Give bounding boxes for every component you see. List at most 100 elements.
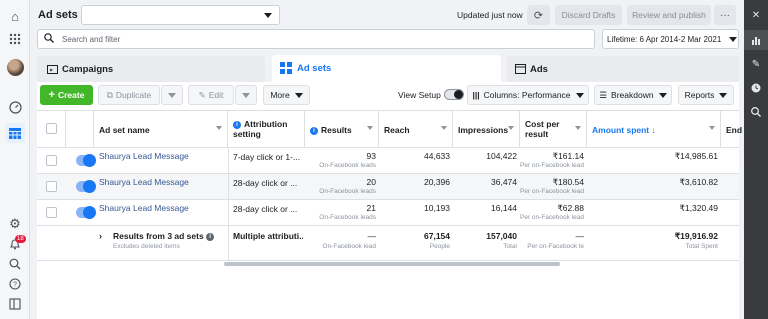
avatar[interactable]: [7, 59, 24, 76]
chevron-down-icon: [575, 92, 584, 98]
chevron-down-icon: [719, 92, 728, 98]
duplicate-dropdown-button[interactable]: [161, 85, 183, 105]
col-attribution-setting[interactable]: i Attribution setting: [228, 111, 305, 148]
row-status-toggle[interactable]: [76, 206, 96, 219]
collapse-panel-icon[interactable]: [7, 296, 23, 312]
duplicate-button[interactable]: ⧉ Duplicate: [98, 85, 160, 105]
summary-reach: 67,154: [424, 231, 450, 241]
sort-caret-icon: [441, 126, 447, 130]
columns-dropdown[interactable]: ||| Columns: Performance: [467, 85, 589, 105]
col-impressions[interactable]: Impressions: [453, 111, 520, 148]
sort-caret-icon: [216, 126, 222, 130]
column-divider: [228, 226, 229, 260]
reach-value: 20,396: [424, 177, 450, 187]
adset-selector-dropdown[interactable]: [81, 5, 280, 25]
summary-amount-spent: ₹19,916.92: [674, 231, 718, 241]
history-clock-icon[interactable]: [744, 78, 768, 98]
chevron-down-icon: [658, 92, 667, 98]
col-label: Results: [321, 125, 352, 135]
row-status-toggle[interactable]: [76, 154, 96, 167]
ad-set-name-link[interactable]: Shaurya Lead Message: [99, 151, 189, 161]
tab-campaigns[interactable]: Campaigns: [37, 56, 265, 82]
folder-icon: [47, 65, 58, 74]
main-area: Ad sets Updated just now ⟳ Discard Draft…: [31, 0, 744, 319]
col-cost-per-result[interactable]: Cost per result: [520, 111, 587, 148]
close-icon[interactable]: ✕: [744, 5, 768, 25]
create-button[interactable]: + Create: [40, 85, 93, 105]
sort-caret-icon: [575, 126, 581, 130]
tab-label: Ads: [530, 64, 548, 75]
impressions-value: 16,144: [491, 203, 517, 213]
summary-label: Results from 3 ad sets: [113, 231, 204, 241]
column-divider: [228, 174, 229, 199]
search-rail-icon[interactable]: [7, 256, 23, 272]
ad-preview-icon: [515, 64, 526, 74]
summary-impressions-subtext: Total: [503, 243, 517, 250]
horizontal-scrollbar[interactable]: [224, 262, 560, 266]
right-rail: ✕ ✎: [744, 0, 768, 319]
breakdown-dropdown[interactable]: ☰ Breakdown: [594, 85, 672, 105]
col-ad-set-name[interactable]: Ad set name: [94, 111, 228, 148]
table-row[interactable]: Shaurya Lead Message 7-day click or 1-..…: [37, 148, 739, 174]
pencil-icon: ✎: [198, 89, 206, 100]
chevron-down-icon: [294, 92, 303, 98]
more-button[interactable]: More: [263, 85, 310, 105]
more-options-button[interactable]: ···: [714, 5, 736, 25]
dashboard-gauge-icon[interactable]: [7, 99, 23, 115]
tab-ad-sets[interactable]: Ad sets: [272, 55, 501, 83]
apps-grid-icon[interactable]: [7, 31, 23, 47]
refresh-icon: ⟳: [533, 9, 544, 22]
row-checkbox[interactable]: [46, 155, 57, 166]
refresh-button[interactable]: ⟳: [527, 5, 550, 25]
chevron-down-icon: [168, 92, 176, 98]
date-range-picker[interactable]: Lifetime: 6 Apr 2014-2 Mar 2021: [602, 29, 739, 49]
impressions-value: 36,474: [491, 177, 517, 187]
header-toggle-cell: [66, 111, 94, 148]
updated-status: Updated just now: [457, 10, 523, 20]
summary-row: › Results from 3 ad sets i Excludes dele…: [37, 226, 739, 261]
review-publish-button[interactable]: Review and publish: [627, 5, 711, 25]
edit-dropdown-button[interactable]: [235, 85, 257, 105]
select-all-checkbox[interactable]: [46, 123, 57, 134]
home-icon[interactable]: ⌂: [7, 8, 23, 24]
attribution-value: 28-day click or ...: [233, 204, 298, 214]
notification-badge: 18: [15, 235, 26, 243]
col-results[interactable]: i Results: [305, 111, 379, 148]
reports-dropdown[interactable]: Reports: [678, 85, 734, 105]
toolbar: + Create ⧉ Duplicate ✎ Edit More View Setup…: [37, 82, 739, 110]
table-header-row: Ad set name i Attribution setting i Result…: [37, 111, 742, 148]
col-reach[interactable]: Reach: [379, 111, 453, 148]
ad-set-name-link[interactable]: Shaurya Lead Message: [99, 203, 189, 213]
date-range-label: Lifetime: 6 Apr 2014-2 Mar 2021: [607, 35, 722, 44]
table-view-icon[interactable]: [5, 123, 25, 143]
summary-cost-subtext: Per on-Facebook le: [527, 243, 584, 250]
edit-button[interactable]: ✎ Edit: [188, 85, 234, 105]
help-icon[interactable]: ?: [7, 276, 23, 292]
summary-reach-subtext: People: [429, 243, 450, 250]
view-setup-toggle[interactable]: [444, 89, 464, 100]
columns-label: Columns: Performance: [483, 90, 571, 100]
col-amount-spent[interactable]: Amount spent ↓: [587, 111, 721, 148]
settings-gear-icon[interactable]: ⚙: [7, 216, 23, 232]
duplicate-label: Duplicate: [115, 90, 152, 100]
zoom-search-icon[interactable]: [744, 102, 768, 122]
cost-per-result-value: ₹161.14: [552, 151, 584, 161]
col-end[interactable]: End: [721, 111, 742, 148]
expand-chevron-icon[interactable]: ›: [99, 231, 102, 241]
discard-drafts-button[interactable]: Discard Drafts: [555, 5, 622, 25]
ad-set-name-link[interactable]: Shaurya Lead Message: [99, 177, 189, 187]
edit-label: Edit: [208, 90, 224, 100]
table-row[interactable]: Shaurya Lead Message 28-day click or ...…: [37, 174, 739, 200]
pencil-icon[interactable]: ✎: [744, 54, 768, 74]
row-checkbox[interactable]: [46, 207, 57, 218]
search-input[interactable]: Search and filter: [37, 29, 595, 49]
tab-ads[interactable]: Ads: [507, 56, 739, 82]
reports-label: Reports: [684, 90, 715, 100]
amount-spent-value: ₹3,610.82: [679, 177, 719, 187]
bar-chart-icon[interactable]: [744, 30, 768, 50]
sort-caret-icon: [367, 126, 373, 130]
ellipsis-icon: ···: [720, 9, 730, 21]
row-status-toggle[interactable]: [76, 180, 96, 193]
row-checkbox[interactable]: [46, 181, 57, 192]
table-row[interactable]: Shaurya Lead Message 28-day click or ...…: [37, 200, 739, 226]
